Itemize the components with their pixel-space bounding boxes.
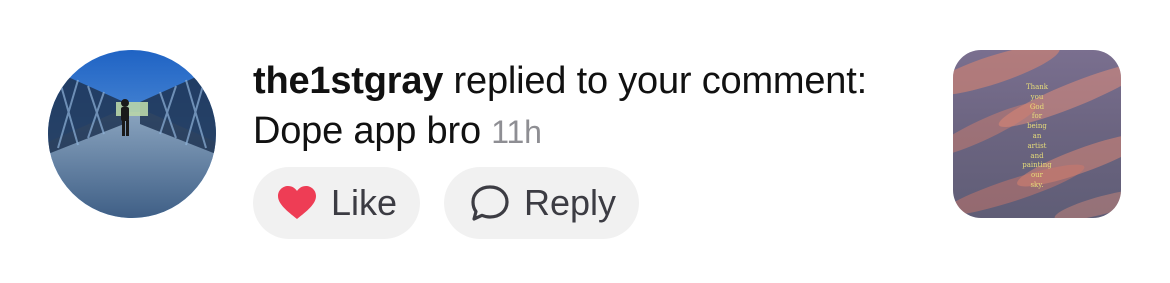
like-button[interactable]: Like (253, 167, 420, 239)
thumbnail-caption: Thank you God for being an artist and pa… (953, 83, 1121, 191)
caption-line: God (1029, 102, 1045, 111)
caption-line: you (1030, 92, 1044, 101)
avatar-bridge-photo (48, 50, 216, 218)
comment-text: Dope app bro (253, 110, 481, 152)
heart-icon (277, 185, 317, 221)
user-avatar[interactable] (48, 50, 216, 218)
action-text: replied to your comment: (443, 60, 868, 102)
caption-line: our (1030, 171, 1044, 180)
caption-line: and (1030, 151, 1044, 160)
username-link[interactable]: the1stgray (253, 60, 443, 102)
timestamp: 11h (491, 114, 542, 150)
caption-line: being (1027, 122, 1047, 131)
speech-bubble-icon (470, 184, 510, 222)
caption-line: artist (1027, 141, 1047, 150)
notification-message: the1stgray replied to your comment: Dope… (253, 56, 873, 157)
post-thumbnail[interactable]: Thank you God for being an artist and pa… (953, 50, 1121, 218)
caption-line: an (1032, 131, 1042, 140)
caption-line: for (1031, 112, 1043, 121)
reply-notification-row[interactable]: the1stgray replied to your comment: Dope… (0, 0, 1170, 283)
notification-content: the1stgray replied to your comment: Dope… (253, 56, 873, 157)
caption-line: Thank (1025, 83, 1049, 91)
reply-label: Reply (524, 182, 617, 223)
like-label: Like (331, 182, 398, 223)
reply-button[interactable]: Reply (444, 167, 639, 239)
caption-line: sky. (1030, 180, 1044, 189)
caption-line: painting (1022, 161, 1052, 170)
